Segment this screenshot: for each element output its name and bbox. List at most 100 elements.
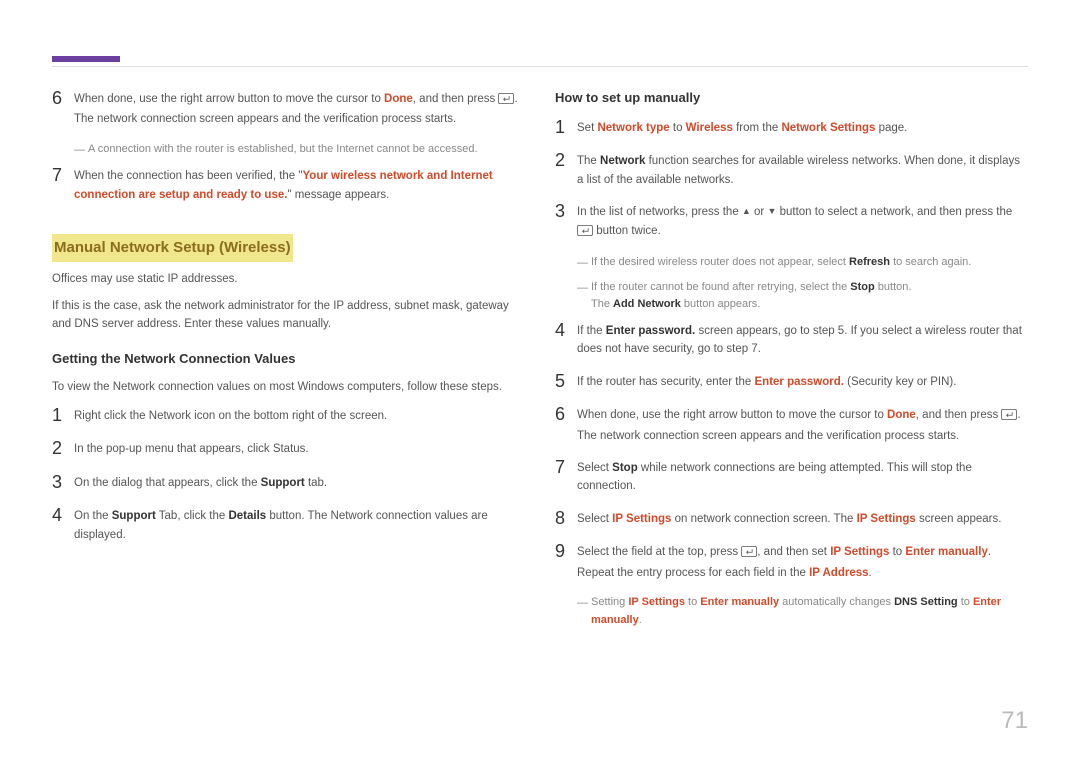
step-body: In the list of networks, press the ▲ or … — [577, 201, 1028, 242]
step-body: On the dialog that appears, click the Su… — [74, 472, 525, 494]
step-body: If the Enter password. screen appears, g… — [577, 320, 1028, 359]
step-number: 6 — [555, 404, 577, 445]
text: automatically changes — [779, 596, 894, 608]
support-tab-label: Support — [261, 477, 305, 489]
right-step-6: 6 When done, use the right arrow button … — [555, 404, 1028, 445]
step-number: 6 — [52, 88, 74, 129]
wireless-label: Wireless — [686, 122, 733, 134]
text: When the connection has been verified, t… — [74, 170, 302, 182]
text: If the desired wireless router does not … — [591, 256, 849, 268]
text: button appears. — [681, 298, 761, 310]
step-body: Select IP Settings on network connection… — [577, 508, 1028, 530]
text: button twice. — [593, 225, 661, 237]
refresh-label: Refresh — [849, 256, 890, 268]
right-note-auto-dns: ― Setting IP Settings to Enter manually … — [577, 594, 1028, 629]
network-label: Network — [600, 155, 645, 167]
ip-settings-label: IP Settings — [830, 546, 889, 558]
right-step-2: 2 The Network function searches for avai… — [555, 150, 1028, 189]
text: In the list of networks, press the — [577, 206, 742, 218]
text: On the — [74, 510, 112, 522]
subsection-heading-getting-values: Getting the Network Connection Values — [52, 349, 525, 370]
step-body: When done, use the right arrow button to… — [577, 404, 1028, 445]
enter-icon — [741, 545, 757, 563]
text: screen appears. — [916, 513, 1002, 525]
step-body: When done, use the right arrow button to… — [74, 88, 525, 129]
ip-address-label: IP Address — [809, 567, 868, 579]
note-dash-icon: ― — [577, 594, 591, 629]
stop-label: Stop — [850, 281, 874, 293]
enter-password-label: Enter password. — [606, 325, 695, 337]
text: , and then set — [757, 546, 830, 558]
step-body: On the Support Tab, click the Details bu… — [74, 505, 525, 544]
step-number: 7 — [52, 165, 74, 204]
enter-icon — [498, 92, 514, 110]
left-substep-2: 2 In the pop-up menu that appears, click… — [52, 438, 525, 460]
enter-icon — [577, 224, 593, 242]
text: If the — [577, 325, 606, 337]
text: On the dialog that appears, click the — [74, 477, 261, 489]
right-step-4: 4 If the Enter password. screen appears,… — [555, 320, 1028, 359]
triangle-up-icon: ▲ — [742, 206, 751, 216]
enter-password-label: Enter password. — [755, 376, 844, 388]
text: (Security key or PIN). — [844, 376, 956, 388]
network-type-label: Network type — [597, 122, 669, 134]
note-text: A connection with the router is establis… — [88, 141, 525, 160]
right-column: How to set up manually 1 Set Network typ… — [555, 88, 1028, 635]
text: , and then press — [916, 409, 1002, 421]
network-settings-label: Network Settings — [781, 122, 875, 134]
right-step-8: 8 Select IP Settings on network connecti… — [555, 508, 1028, 530]
enter-manually-label: Enter manually — [700, 596, 779, 608]
manual-page: 6 When done, use the right arrow button … — [0, 0, 1080, 763]
subsection-intro: To view the Network connection values on… — [52, 378, 525, 396]
text: If the router cannot be found after retr… — [591, 281, 850, 293]
step-number: 1 — [555, 117, 577, 139]
text: Set — [577, 122, 597, 134]
ip-settings-label: IP Settings — [857, 513, 916, 525]
step-number: 4 — [52, 505, 74, 544]
note-body: If the router cannot be found after retr… — [591, 279, 1028, 314]
step-body: In the pop-up menu that appears, click S… — [74, 438, 525, 460]
right-note-refresh: ― If the desired wireless router does no… — [577, 254, 1028, 273]
right-step-7: 7 Select Stop while network connections … — [555, 457, 1028, 496]
text: When done, use the right arrow button to… — [74, 93, 384, 105]
ip-settings-label: IP Settings — [628, 596, 685, 608]
right-step-3: 3 In the list of networks, press the ▲ o… — [555, 201, 1028, 242]
subsection-heading-manual: How to set up manually — [555, 88, 1028, 109]
content-columns: 6 When done, use the right arrow button … — [52, 88, 1028, 635]
left-step-7: 7 When the connection has been verified,… — [52, 165, 525, 204]
step-number: 1 — [52, 405, 74, 427]
note-dash-icon: ― — [577, 254, 591, 273]
text: Select the field at the top, press — [577, 546, 741, 558]
text: Setting — [591, 596, 628, 608]
support-tab-label: Support — [112, 510, 156, 522]
note-dash-icon: ― — [577, 279, 591, 314]
text: to — [889, 546, 905, 558]
header-rule — [52, 66, 1028, 67]
stop-label: Stop — [612, 462, 638, 474]
text: to — [670, 122, 686, 134]
intro-paragraph-1: Offices may use static IP addresses. — [52, 270, 525, 288]
step-body: If the router has security, enter the En… — [577, 371, 1028, 393]
enter-manually-label: Enter manually — [905, 546, 987, 558]
details-button-label: Details — [228, 510, 266, 522]
header-accent-bar — [52, 56, 120, 62]
step-number: 3 — [555, 201, 577, 242]
left-substep-3: 3 On the dialog that appears, click the … — [52, 472, 525, 494]
step-number: 7 — [555, 457, 577, 496]
right-step-5: 5 If the router has security, enter the … — [555, 371, 1028, 393]
text: page. — [875, 122, 907, 134]
right-note-stop: ― If the router cannot be found after re… — [577, 279, 1028, 314]
text: The — [577, 155, 600, 167]
step-number: 3 — [52, 472, 74, 494]
step-number: 5 — [555, 371, 577, 393]
text: on network connection screen. The — [671, 513, 856, 525]
step-body: Right click the Network icon on the bott… — [74, 405, 525, 427]
left-step-6: 6 When done, use the right arrow button … — [52, 88, 525, 129]
text: or — [751, 206, 768, 218]
enter-icon — [1001, 408, 1017, 426]
right-step-9: 9 Select the field at the top, press , a… — [555, 541, 1028, 582]
intro-paragraph-2: If this is the case, ask the network adm… — [52, 297, 525, 334]
left-substep-1: 1 Right click the Network icon on the bo… — [52, 405, 525, 427]
step-number: 4 — [555, 320, 577, 359]
section-heading-manual-setup: Manual Network Setup (Wireless) — [52, 234, 293, 262]
